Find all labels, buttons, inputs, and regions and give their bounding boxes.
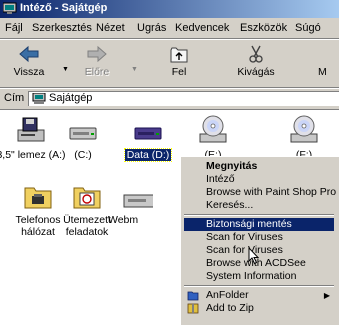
back-button[interactable]: Vissza [4, 42, 54, 84]
title-bar[interactable]: Intéző - Sajátgép [0, 0, 339, 18]
drive-label: (C:) [74, 149, 92, 161]
menu-tools[interactable]: Eszközök [240, 22, 287, 34]
hard-drive-icon [69, 127, 97, 140]
up-button[interactable]: Fel [154, 42, 204, 84]
menu-item-open[interactable]: Megnyitás [184, 160, 334, 173]
mouse-cursor-icon [248, 247, 260, 265]
menu-help[interactable]: Súgó [295, 22, 321, 34]
menu-item-label: Intéző [206, 173, 235, 185]
menu-item-paintshop[interactable]: Browse with Paint Shop Pro [184, 186, 337, 199]
menu-item-backup[interactable]: Biztonsági mentés [184, 218, 334, 231]
back-arrow-icon [19, 45, 39, 63]
address-field[interactable]: Sajátgép [28, 91, 339, 106]
web-folders[interactable]: Webm [108, 183, 153, 226]
menu-item-scan-viruses[interactable]: Scan for Viruses [184, 231, 334, 244]
explorer-icon [3, 2, 17, 14]
address-bar: Cím Sajátgép [0, 90, 339, 107]
menu-item-label: Add to Zip [206, 302, 254, 314]
drive-label-selected: Data (D:) [123, 148, 173, 162]
menu-separator [184, 285, 334, 287]
anfolder-icon [187, 291, 199, 301]
menu-item-label: Biztonsági mentés [206, 218, 292, 230]
toolbar: Vissza ▼ Előre ▼ Fel Kivágás M [0, 40, 339, 86]
menu-item-label: Scan for Viruses [206, 244, 283, 256]
menu-item-label: Megnyitás [206, 160, 258, 172]
forward-label: Előre [84, 66, 110, 78]
my-computer-icon [32, 93, 46, 104]
context-menu: Megnyitás Intéző Browse with Paint Shop … [180, 156, 339, 325]
menu-bar: Fájl Szerkesztés Nézet Ugrás Kedvencek E… [0, 19, 339, 37]
drive-c[interactable]: (C:) [48, 116, 118, 161]
web-folder-icon [123, 194, 153, 208]
menu-go[interactable]: Ugrás [137, 22, 166, 34]
menu-item-search[interactable]: Keresés... [184, 199, 334, 212]
menu-item-explore[interactable]: Intéző [184, 173, 334, 186]
menu-view[interactable]: Nézet [96, 22, 125, 34]
menu-item-add-to-zip[interactable]: Add to Zip [184, 302, 334, 315]
menu-item-system-info[interactable]: System Information [184, 270, 334, 283]
more-button[interactable]: M [314, 42, 339, 84]
menu-edit[interactable]: Szerkesztés [32, 22, 92, 34]
address-value: Sajátgép [49, 92, 93, 104]
forward-button[interactable]: Előre [72, 42, 122, 84]
menu-item-label: Scan for Viruses [206, 231, 283, 243]
zip-icon [187, 303, 199, 314]
window-title: Intéző - Sajátgép [20, 2, 108, 14]
menu-item-label: Browse with Paint Shop Pro [206, 186, 337, 198]
menu-item-label: System Information [206, 270, 297, 282]
up-folder-icon [170, 47, 188, 63]
drive-d[interactable]: Data (D:) [113, 116, 183, 162]
back-label: Vissza [13, 66, 45, 78]
menu-item-label: AnFolder [206, 289, 249, 301]
menu-favorites[interactable]: Kedvencek [175, 22, 229, 34]
forward-arrow-icon [87, 45, 107, 63]
menu-file[interactable]: Fájl [5, 22, 23, 34]
drive-f[interactable]: (F:) [269, 114, 339, 161]
menu-item-label: Keresés... [206, 199, 254, 211]
menu-separator [184, 214, 334, 216]
scheduled-tasks-icon [73, 187, 101, 209]
dialup-folder-icon [24, 187, 52, 209]
hard-drive-icon [134, 127, 162, 140]
drive-e[interactable]: (E:) [178, 114, 248, 161]
submenu-arrow-icon: ▶ [323, 291, 330, 300]
forward-dropdown-icon[interactable]: ▼ [131, 66, 138, 73]
floppy-drive-icon [17, 117, 45, 142]
cd-drive-icon [290, 115, 318, 143]
up-label: Fel [171, 66, 187, 78]
cut-button[interactable]: Kivágás [228, 42, 284, 84]
cd-drive-icon [199, 115, 227, 143]
menu-item-anfolder[interactable]: AnFolder ▶ [184, 289, 334, 302]
back-dropdown-icon[interactable]: ▼ [62, 66, 69, 73]
scissors-icon [249, 45, 263, 63]
address-label: Cím [4, 92, 25, 104]
cut-label: Kivágás [237, 66, 275, 78]
more-label: M [318, 66, 327, 78]
divider [0, 87, 339, 89]
folder-label: Webm [108, 214, 139, 226]
